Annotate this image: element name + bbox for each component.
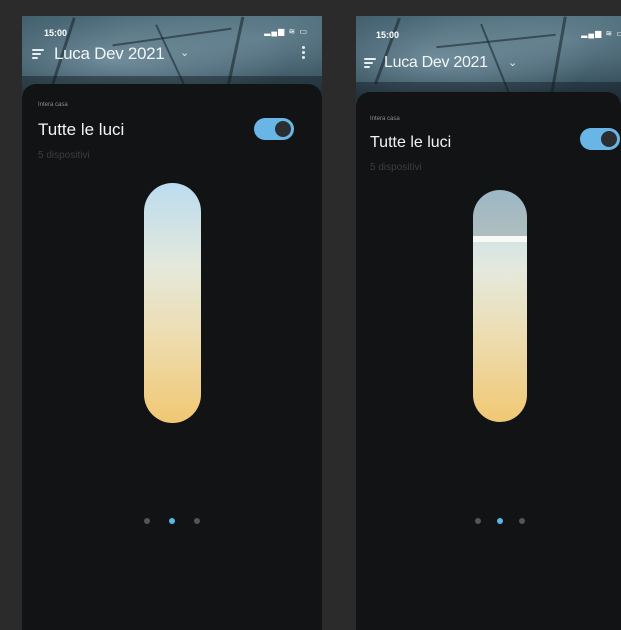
wifi-icon: ≋	[288, 27, 297, 36]
phone-screen-2: 15:00 ▂▄▆ ≋ ▭ Luca Dev 2021 ⌄ Intera cas…	[356, 16, 621, 630]
menu-icon[interactable]	[364, 58, 376, 68]
room-label: Intera casa	[370, 116, 400, 122]
device-count: 5 dispositivi	[38, 150, 90, 161]
page-dot-active[interactable]	[497, 518, 503, 524]
phone-screen-1: 15:00 ▂▄▆ ≋ ▭ Luca Dev 2021 ⌄ Intera cas…	[22, 16, 322, 630]
lights-card: Intera casa Tutte le luci 5 dispositivi	[356, 92, 621, 630]
signal-icon: ▂▄▆	[264, 27, 286, 36]
page-dot[interactable]	[519, 518, 525, 524]
toggle-knob	[601, 131, 617, 147]
status-time: 15:00	[44, 28, 68, 38]
page-indicator	[144, 518, 200, 524]
room-label: Intera casa	[38, 102, 68, 108]
page-dot[interactable]	[194, 518, 200, 524]
battery-icon: ▭	[299, 27, 308, 36]
signal-icon: ▂▄▆	[581, 29, 603, 38]
battery-icon: ▭	[616, 29, 621, 38]
power-toggle[interactable]	[254, 118, 294, 140]
device-count: 5 dispositivi	[370, 162, 422, 173]
menu-icon[interactable]	[32, 49, 44, 59]
group-title: Tutte le luci	[370, 134, 452, 151]
more-options-icon[interactable]	[302, 46, 305, 60]
home-selector-title[interactable]: Luca Dev 2021	[54, 44, 165, 64]
chevron-down-icon[interactable]: ⌄	[508, 56, 517, 69]
lights-card: Intera casa Tutte le luci 5 dispositivi	[22, 84, 322, 630]
group-title: Tutte le luci	[38, 120, 125, 139]
page-indicator	[475, 518, 527, 524]
wifi-icon: ≋	[605, 29, 614, 38]
page-dot-active[interactable]	[169, 518, 175, 524]
chevron-down-icon[interactable]: ⌄	[180, 46, 189, 59]
page-dot[interactable]	[475, 518, 481, 524]
page-dot[interactable]	[144, 518, 150, 524]
home-selector-title[interactable]: Luca Dev 2021	[384, 54, 488, 72]
toggle-knob	[275, 121, 291, 137]
brightness-slider[interactable]	[473, 190, 527, 422]
status-icons: ▂▄▆ ≋ ▭	[264, 27, 308, 36]
brightness-fill-dim	[473, 190, 527, 239]
brightness-slider[interactable]	[144, 183, 201, 423]
status-time: 15:00	[376, 30, 400, 40]
power-toggle[interactable]	[580, 128, 620, 150]
brightness-handle[interactable]	[473, 236, 527, 242]
status-icons: ▂▄▆ ≋ ▭	[581, 29, 621, 38]
